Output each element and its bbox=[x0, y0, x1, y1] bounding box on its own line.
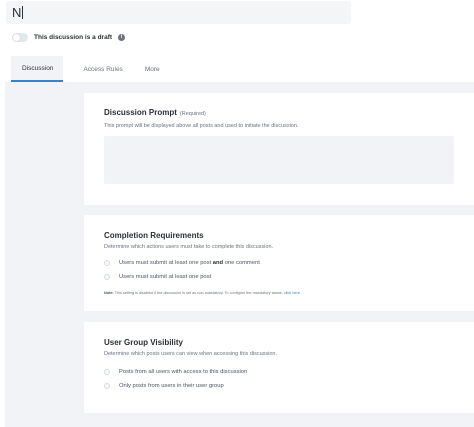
title-input-value: N bbox=[12, 5, 22, 20]
discussion-prompt-title: Discussion Prompt (Required) bbox=[104, 108, 206, 117]
tab-access-rules[interactable]: Access Rules bbox=[73, 56, 132, 82]
discussion-prompt-editor[interactable] bbox=[104, 136, 454, 184]
completion-option-post[interactable]: Users must submit at least one post bbox=[104, 274, 211, 280]
radio-button[interactable] bbox=[104, 274, 110, 280]
radio-button[interactable] bbox=[104, 369, 110, 375]
click-here-link[interactable]: click here. bbox=[284, 291, 301, 295]
content-area: Discussion Prompt (Required) This prompt … bbox=[5, 82, 474, 427]
discussion-prompt-card: Discussion Prompt (Required) This prompt … bbox=[84, 93, 474, 205]
completion-requirements-card: Completion Requirements Determine which … bbox=[84, 215, 474, 311]
option-text-bold: and bbox=[212, 260, 224, 266]
option-label: Users must submit at least one post bbox=[119, 274, 212, 280]
discussion-prompt-description: This prompt will be displayed above all … bbox=[104, 123, 299, 129]
user-group-visibility-title: User Group Visibility bbox=[104, 338, 183, 347]
user-group-visibility-description: Determine which posts users can view whe… bbox=[104, 351, 278, 357]
visibility-option-all-users[interactable]: Posts from all users with access to this… bbox=[104, 369, 247, 375]
discussion-prompt-heading: Discussion Prompt bbox=[104, 108, 177, 117]
completion-option-post-and-comment[interactable]: Users must submit at least one post and … bbox=[104, 260, 260, 266]
note-text: This setting is disabled if the discussi… bbox=[113, 291, 284, 295]
option-label: Posts from all users with access to this… bbox=[119, 369, 248, 375]
note-label: Note: bbox=[104, 291, 114, 295]
tab-bar: Discussion Access Rules More bbox=[11, 56, 170, 82]
option-label: Only posts from users in their user grou… bbox=[119, 383, 224, 389]
info-icon[interactable]: i bbox=[118, 34, 126, 41]
radio-button[interactable] bbox=[104, 383, 110, 389]
radio-button[interactable] bbox=[104, 260, 110, 266]
tab-more[interactable]: More bbox=[135, 56, 170, 82]
option-text-pre: Users must submit at least one post bbox=[119, 260, 213, 266]
completion-requirements-title: Completion Requirements bbox=[104, 231, 204, 240]
completion-note: Note: This setting is disabled if the di… bbox=[104, 291, 301, 295]
option-label: Users must submit at least one post and … bbox=[119, 260, 260, 266]
discussion-title-input[interactable]: N bbox=[6, 1, 351, 24]
option-text-post: one comment bbox=[223, 260, 260, 266]
completion-requirements-description: Determine which actions users must take … bbox=[104, 244, 274, 250]
required-label: (Required) bbox=[179, 111, 206, 117]
tab-discussion[interactable]: Discussion bbox=[11, 56, 64, 82]
visibility-option-user-group[interactable]: Only posts from users in their user grou… bbox=[104, 383, 224, 389]
draft-toggle-row: This discussion is a draft i bbox=[12, 33, 126, 42]
user-group-visibility-card: User Group Visibility Determine which po… bbox=[84, 322, 474, 413]
draft-toggle[interactable] bbox=[12, 33, 28, 42]
draft-label: This discussion is a draft bbox=[34, 34, 113, 41]
text-caret bbox=[22, 6, 24, 19]
